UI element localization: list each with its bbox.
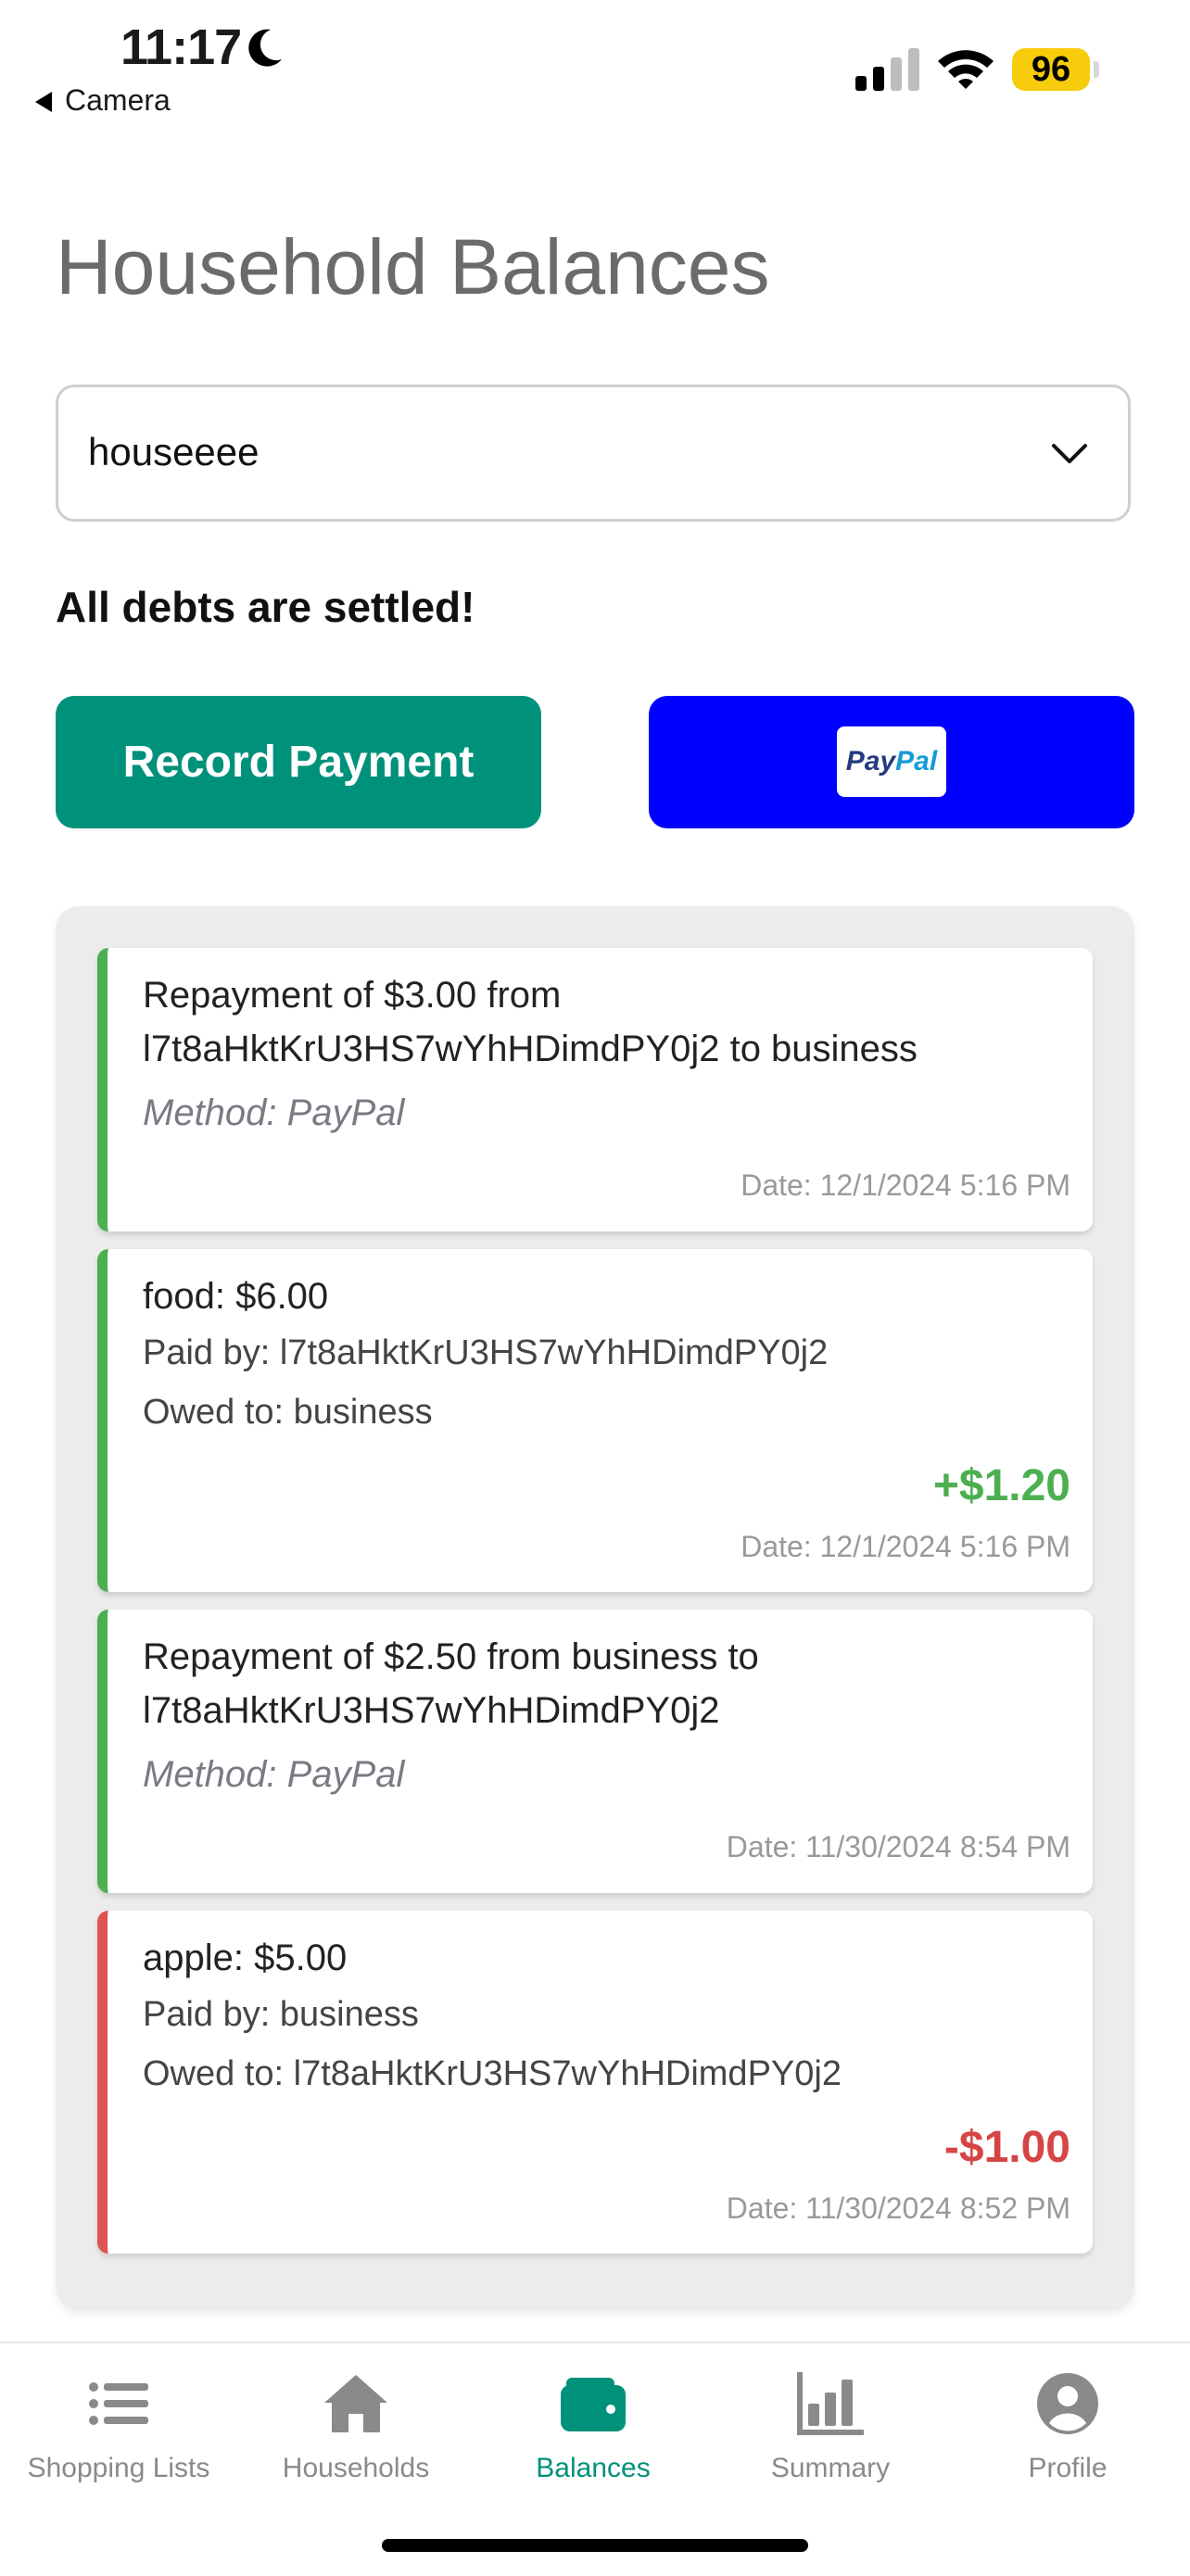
tab-households[interactable]: Households [237,2362,475,2484]
moon-icon [248,29,282,67]
paypal-logo-text-2: Pal [895,746,938,777]
transaction-title: food: $6.00 [143,1276,329,1317]
transaction-card: Repayment of $3.00 from l7t8aHktKrU3HS7w… [97,948,1093,1231]
home-indicator [382,2539,808,2552]
tab-profile[interactable]: Profile [949,2362,1186,2484]
transaction-date: Date: 11/30/2024 8:54 PM [726,1830,1070,1863]
transaction-owed-to: Owed to: l7t8aHktKrU3HS7wYhHDimdPY0j2 [143,2054,842,2093]
back-to-camera-link[interactable]: Camera [35,83,171,118]
tab-label: Profile [1028,2453,1108,2483]
transaction-card: food: $6.00 Paid by: l7t8aHktKrU3HS7wYhH… [97,1249,1093,1592]
transaction-date: Date: 12/1/2024 5:16 PM [741,1168,1070,1202]
transaction-title: Repayment of $2.50 from business to l7t8… [143,1636,759,1731]
tab-label: Summary [770,2453,891,2483]
household-select[interactable]: houseeee [56,385,1131,522]
status-time: 11:17 [120,19,242,75]
list-icon [0,2362,237,2445]
tab-balances[interactable]: Balances [475,2362,712,2484]
transaction-owed-to: Owed to: business [143,1393,433,1432]
page-title: Household Balances [56,223,770,310]
home-icon [237,2362,475,2445]
transaction-card: Repayment of $2.50 from business to l7t8… [97,1610,1093,1893]
tab-label: Balances [536,2453,651,2483]
wifi-icon [938,50,994,89]
tab-label: Households [282,2453,430,2483]
chevron-down-icon [1052,444,1087,463]
transaction-date: Date: 11/30/2024 8:52 PM [726,2191,1070,2225]
transaction-amount: -$1.00 [943,2123,1070,2172]
wallet-icon [475,2362,712,2445]
paypal-logo: PayPal [837,726,946,797]
tab-shopping-lists[interactable]: Shopping Lists [0,2362,237,2484]
transaction-card: apple: $5.00 Paid by: business Owed to: … [97,1911,1093,2254]
settled-message: All debts are settled! [56,583,475,631]
transaction-paid-by: Paid by: l7t8aHktKrU3HS7wYhHDimdPY0j2 [143,1333,829,1372]
user-circle-icon [949,2362,1186,2445]
transaction-title: apple: $5.00 [143,1938,348,1978]
transaction-method: Method: PayPal [143,1092,405,1133]
transaction-amount: +$1.20 [932,1461,1070,1510]
battery-tip [1094,61,1099,78]
transaction-date: Date: 12/1/2024 5:16 PM [741,1530,1070,1563]
transaction-paid-by: Paid by: business [143,1995,419,2034]
household-select-value: houseeee [88,430,260,474]
tab-label: Shopping Lists [27,2453,210,2483]
back-arrow-icon [35,92,52,112]
status-bar: 11:17 Camera 96 [0,0,1190,130]
paypal-logo-text-1: Pay [845,746,896,777]
transaction-method: Method: PayPal [143,1754,405,1795]
signal-icon [855,48,919,91]
back-label: Camera [65,83,171,117]
transaction-title: Repayment of $3.00 from l7t8aHktKrU3HS7w… [143,975,918,1069]
tab-summary[interactable]: Summary [712,2362,949,2484]
transactions-panel[interactable]: Repayment of $3.00 from l7t8aHktKrU3HS7w… [56,906,1134,2310]
record-payment-button[interactable]: Record Payment [56,696,541,828]
paypal-button[interactable]: PayPal [649,696,1134,828]
battery-indicator: 96 [1012,48,1090,91]
bar-chart-icon [712,2362,949,2445]
